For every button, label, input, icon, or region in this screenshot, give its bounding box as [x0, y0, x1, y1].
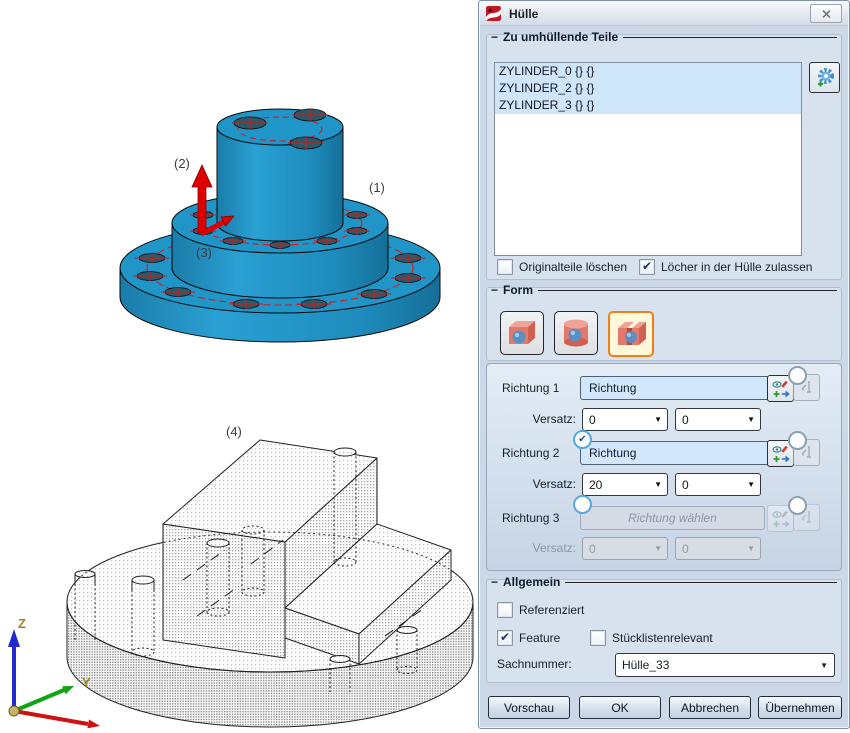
checkbox-box[interactable]: ✔: [497, 259, 513, 275]
checkbox-box[interactable]: ✔: [497, 602, 513, 618]
item-number-label: Sachnummer:: [497, 657, 572, 671]
direction-1-field[interactable]: Richtung: [580, 376, 773, 400]
direction-3-field: Richtung wählen: [580, 506, 765, 530]
checkbox-box[interactable]: ✔: [590, 630, 606, 646]
chevron-down-icon: ▼: [654, 415, 667, 424]
delete-originals-checkbox[interactable]: ✔ Originalteile löschen: [497, 259, 627, 275]
huelle-dialog: Hülle − Zu umhüllende Teile ZYLINDER_0 {…: [478, 0, 850, 729]
general-group-title: Allgemein: [503, 575, 560, 589]
direction-pick-icon: [772, 445, 790, 463]
chevron-down-icon: ▼: [654, 544, 667, 553]
x-axis-arrow: [87, 720, 100, 729]
item-number-dropdown[interactable]: Hülle_33 ▼: [615, 653, 835, 677]
direction-panel: Richtung 1 Richtung Versatz: 0▼ 0▼ Richt…: [486, 363, 842, 571]
hull-box-icon: [506, 318, 538, 348]
chevron-down-icon: ▼: [654, 480, 667, 489]
ok-button[interactable]: OK: [579, 696, 661, 719]
direction-3-toggle[interactable]: ✔: [573, 495, 592, 514]
hull-stepped-icon: [615, 319, 647, 349]
referenced-label: Referenziert: [519, 603, 584, 617]
parts-group-title: Zu umhüllende Teile: [503, 30, 618, 44]
list-item[interactable]: ZYLINDER_2 {} {}: [495, 80, 801, 97]
delete-originals-label: Originalteile löschen: [519, 260, 627, 274]
annotation-2: (2): [174, 156, 190, 171]
feature-checkbox[interactable]: ✔ Feature: [497, 630, 560, 646]
collapse-icon[interactable]: −: [491, 32, 498, 42]
versatz-1b-dropdown[interactable]: 0▼: [675, 408, 761, 431]
abbrechen-button[interactable]: Abbrechen: [669, 696, 751, 719]
origin-sphere: [9, 706, 19, 716]
checkbox-box[interactable]: ✔: [639, 259, 655, 275]
chevron-down-icon: ▼: [747, 415, 760, 424]
versatz-3-label: Versatz:: [502, 541, 576, 555]
list-item[interactable]: ZYLINDER_3 {} {}: [495, 97, 801, 114]
check-icon: ✔: [642, 261, 652, 271]
direction-2-label: Richtung 2: [502, 446, 559, 460]
parts-listbox[interactable]: ZYLINDER_0 {} {} ZYLINDER_2 {} {} ZYLIND…: [494, 62, 802, 256]
blue-part-drawing: [60, 85, 480, 355]
close-button[interactable]: [810, 4, 842, 23]
collapse-icon[interactable]: −: [491, 285, 498, 295]
direction-2-toggle[interactable]: ✔: [573, 430, 592, 449]
bom-relevant-label: Stücklistenrelevant: [612, 631, 713, 645]
direction-3-label: Richtung 3: [502, 511, 559, 525]
hicad-logo-icon: [486, 6, 501, 21]
z-axis-arrow: [8, 629, 20, 647]
direction-pick-icon: [772, 380, 790, 398]
dialog-titlebar[interactable]: Hülle: [480, 2, 848, 26]
z-axis-label: Z: [18, 616, 26, 631]
general-group: − Allgemein ✔ Referenziert ✔ Feature ✔ S…: [486, 579, 842, 683]
hull-box-option[interactable]: [500, 311, 544, 355]
direction-1-label: Richtung 1: [502, 381, 559, 395]
hull-cylinder-option[interactable]: [554, 311, 598, 355]
cad-viewport: Z Y (1) (2) (3) (4): [0, 0, 478, 733]
allow-holes-label: Löcher in der Hülle zulassen: [661, 260, 812, 274]
annotation-4: (4): [226, 424, 242, 439]
versatz-3a-dropdown: 0▼: [582, 537, 668, 560]
check-icon: ✔: [500, 632, 510, 642]
annotation-1: (1): [369, 180, 385, 195]
checkbox-box[interactable]: ✔: [497, 630, 513, 646]
versatz-2-label: Versatz:: [502, 477, 576, 491]
form-group-title: Form: [503, 283, 533, 297]
parts-group: − Zu umhüllende Teile ZYLINDER_0 {} {} Z…: [486, 34, 842, 280]
collapse-icon[interactable]: −: [491, 577, 498, 587]
allow-holes-checkbox[interactable]: ✔ Löcher in der Hülle zulassen: [639, 259, 812, 275]
vorschau-button[interactable]: Vorschau: [488, 696, 570, 719]
y-axis-label: Y: [82, 675, 91, 690]
close-icon: [822, 10, 831, 18]
chevron-down-icon: ▼: [747, 480, 760, 489]
bom-relevant-checkbox[interactable]: ✔ Stücklistenrelevant: [590, 630, 713, 646]
referenced-checkbox[interactable]: ✔ Referenziert: [497, 602, 584, 618]
versatz-1-label: Versatz:: [502, 412, 576, 426]
direction-2-tool-toggle[interactable]: [788, 431, 807, 450]
versatz-3b-dropdown: 0▼: [675, 537, 761, 560]
chevron-down-icon: ▼: [820, 661, 834, 670]
direction-3-tool-toggle[interactable]: [788, 496, 807, 515]
direction-1-tool-toggle[interactable]: [788, 366, 807, 385]
chevron-down-icon: ▼: [747, 544, 760, 553]
versatz-2b-dropdown[interactable]: 0▼: [675, 473, 761, 496]
direction-2-field[interactable]: Richtung: [580, 441, 773, 465]
check-icon: ✔: [578, 435, 586, 445]
feature-label: Feature: [519, 631, 560, 645]
versatz-1a-dropdown[interactable]: 0▼: [582, 408, 668, 431]
annotation-3: (3): [196, 245, 212, 260]
hull-stepped-option[interactable]: [608, 311, 654, 357]
hull-cylinder-icon: [560, 318, 592, 348]
gear-add-icon: [814, 67, 836, 89]
direction-pick-icon: [772, 510, 790, 528]
select-parts-button[interactable]: [809, 62, 840, 93]
y-axis-arrow: [62, 686, 74, 694]
versatz-2a-dropdown[interactable]: 20▼: [582, 473, 668, 496]
dialog-title: Hülle: [509, 7, 538, 21]
uebernehmen-button[interactable]: Übernehmen: [758, 696, 842, 719]
form-group: − Form: [486, 287, 842, 361]
list-item[interactable]: ZYLINDER_0 {} {}: [495, 63, 801, 80]
